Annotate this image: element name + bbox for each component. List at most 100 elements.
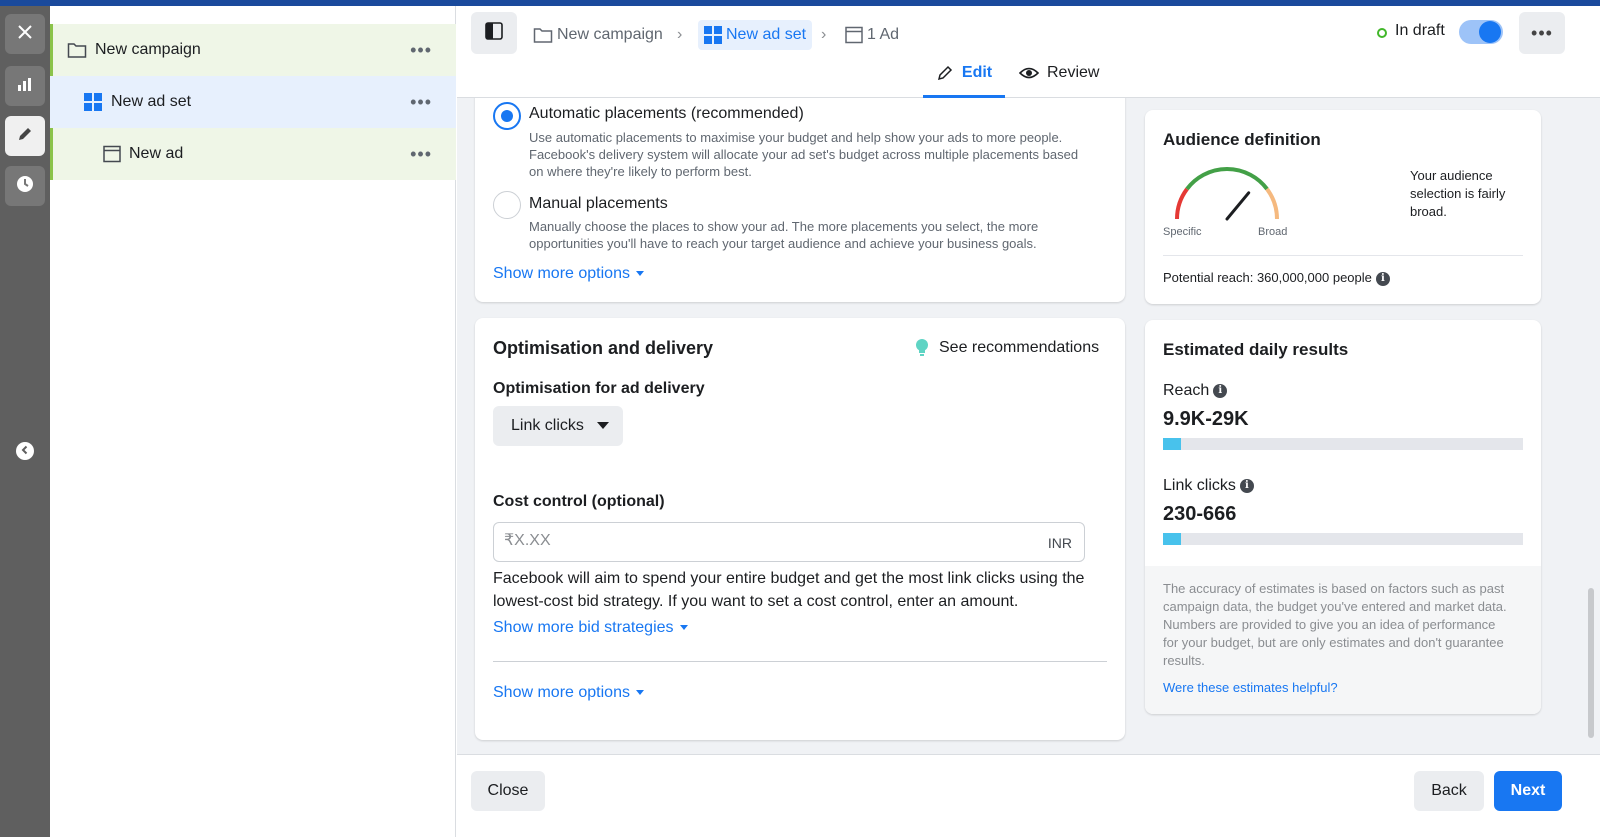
- potential-reach-text: Potential reach: 360,000,000 people: [1163, 270, 1372, 285]
- tab-edit[interactable]: Edit: [923, 64, 1005, 98]
- manual-placements-title: Manual placements: [529, 195, 668, 212]
- caret-down-icon: [635, 690, 644, 696]
- manual-placements-radio[interactable]: [493, 191, 521, 219]
- grid-icon: [84, 93, 102, 111]
- placements-card: Automatic placements (recommended) Use a…: [475, 98, 1125, 302]
- tree-item-campaign[interactable]: New campaign •••: [50, 24, 456, 76]
- draft-status: In draft: [1395, 22, 1445, 39]
- edit-rail-button[interactable]: [5, 116, 45, 156]
- info-icon[interactable]: i: [1239, 478, 1254, 493]
- optimisation-title: Optimisation and delivery: [493, 338, 714, 358]
- automatic-placements-desc: Use automatic placements to maximise you…: [529, 130, 1063, 145]
- automatic-placements-desc: Facebook's delivery system will allocate…: [529, 147, 1079, 162]
- back-button[interactable]: Back: [1414, 771, 1484, 811]
- audience-gauge: [1175, 167, 1279, 221]
- optimisation-card: Optimisation and delivery See recommenda…: [475, 318, 1125, 740]
- caret-down-icon: [597, 422, 609, 429]
- campaign-tree-panel: New campaign ••• New ad set ••• New ad •…: [50, 6, 456, 837]
- info-icon[interactable]: i: [1375, 271, 1390, 286]
- chevron-right-icon: ›: [821, 26, 827, 43]
- history-rail-button[interactable]: [5, 166, 45, 206]
- automatic-placements-radio[interactable]: [493, 102, 521, 130]
- audience-summary: broad.: [1410, 204, 1447, 219]
- left-rail: [0, 6, 50, 837]
- estimates-feedback-link[interactable]: Were these estimates helpful?: [1163, 680, 1338, 695]
- folder-icon: [533, 26, 553, 44]
- breadcrumb-campaign[interactable]: New campaign: [533, 20, 663, 50]
- audience-title: Audience definition: [1163, 130, 1321, 149]
- clock-icon: [16, 175, 34, 198]
- more-options-icon: •••: [1531, 22, 1553, 43]
- more-options-icon[interactable]: •••: [410, 144, 432, 165]
- pencil-icon: [16, 125, 34, 148]
- editor-footer: Close Back Next: [457, 754, 1600, 837]
- pencil-icon: [936, 64, 954, 82]
- potential-reach: Potential reach: 360,000,000 people i: [1163, 270, 1390, 286]
- chart-rail-button[interactable]: [5, 66, 45, 106]
- estimates-note-area: The accuracy of estimates is based on fa…: [1145, 566, 1541, 714]
- cost-control-field[interactable]: INR: [493, 522, 1085, 562]
- tree-item-ad[interactable]: New ad •••: [50, 128, 456, 180]
- link-clicks-metric: Link clicks i: [1163, 477, 1254, 495]
- show-more-bid-strategies-link[interactable]: Show more bid strategies: [493, 619, 688, 637]
- breadcrumb-label: 1 Ad: [867, 26, 900, 43]
- editor-header: New campaign › New ad set › 1 Ad In draf…: [457, 6, 1600, 98]
- link-label: Show more options: [493, 684, 630, 701]
- breadcrumb-label: New campaign: [557, 26, 663, 43]
- tree-item-label: New ad set: [111, 93, 192, 110]
- tab-review[interactable]: Review: [1019, 64, 1099, 98]
- link-label: Show more bid strategies: [493, 619, 674, 636]
- folder-icon: [67, 41, 87, 59]
- estimates-note: Numbers are provided to give you an idea…: [1163, 617, 1496, 632]
- currency-label: INR: [1047, 535, 1072, 551]
- cost-help-text: Facebook will aim to spend your entire b…: [493, 570, 1085, 587]
- scrollbar-thumb[interactable]: [1588, 588, 1594, 738]
- bar-chart-icon: [16, 75, 34, 98]
- tree-item-ad-set[interactable]: New ad set •••: [50, 76, 456, 128]
- caret-down-icon: [679, 625, 688, 631]
- show-more-options-link[interactable]: Show more options: [493, 265, 644, 283]
- eye-icon: [1019, 64, 1039, 82]
- manual-placements-desc: opportunities you'll have to reach your …: [529, 236, 1037, 251]
- estimates-note: The accuracy of estimates is based on fa…: [1163, 581, 1505, 596]
- reach-value: 9.9K-29K: [1163, 408, 1249, 430]
- close-button[interactable]: Close: [471, 771, 545, 811]
- chevron-left-icon: [20, 442, 30, 460]
- see-recommendations-link[interactable]: See recommendations: [939, 339, 1099, 357]
- cost-control-label: Cost control (optional): [493, 493, 665, 510]
- metric-label-text: Reach: [1163, 382, 1210, 399]
- automatic-placements-desc: on where they're likely to perform best.: [529, 164, 752, 179]
- collapse-panel-button[interactable]: [16, 442, 34, 460]
- info-icon[interactable]: i: [1213, 383, 1228, 398]
- reach-metric: Reach i: [1163, 382, 1228, 400]
- gauge-specific-label: Specific: [1163, 226, 1202, 238]
- tree-item-label: New ad: [129, 145, 184, 162]
- more-actions-button[interactable]: •••: [1519, 12, 1565, 54]
- editor-content: Automatic placements (recommended) Use a…: [457, 98, 1600, 754]
- link-label: Show more options: [493, 265, 630, 282]
- metric-label-text: Link clicks: [1163, 477, 1236, 494]
- tree-item-label: New campaign: [95, 41, 201, 58]
- delivery-label: Optimisation for ad delivery: [493, 380, 705, 397]
- cost-control-input[interactable]: [504, 532, 1004, 550]
- breadcrumb-ad-set[interactable]: New ad set: [698, 20, 813, 50]
- reach-bar-fill: [1163, 438, 1181, 450]
- link-clicks-bar: [1163, 533, 1523, 545]
- audience-definition-card: Audience definition Specific Broad Your …: [1145, 110, 1541, 304]
- active-toggle[interactable]: [1459, 20, 1503, 44]
- next-button[interactable]: Next: [1494, 771, 1562, 811]
- toggle-sidebar-button[interactable]: [471, 12, 517, 54]
- close-rail-button[interactable]: [5, 14, 45, 54]
- status-dot-icon: [1377, 28, 1387, 38]
- show-more-options-link[interactable]: Show more options: [493, 684, 644, 702]
- tab-label: Review: [1047, 64, 1100, 81]
- more-options-icon[interactable]: •••: [410, 92, 432, 113]
- more-options-icon[interactable]: •••: [410, 40, 432, 61]
- estimates-note: for your budget, but are only estimates …: [1163, 635, 1504, 650]
- delivery-optimisation-dropdown[interactable]: Link clicks: [493, 406, 623, 446]
- estimates-note: results.: [1163, 653, 1205, 668]
- manual-placements-desc: Manually choose the places to show your …: [529, 219, 1039, 234]
- close-icon: [16, 23, 34, 46]
- breadcrumb-ad[interactable]: 1 Ad: [845, 20, 899, 50]
- reach-bar: [1163, 438, 1523, 450]
